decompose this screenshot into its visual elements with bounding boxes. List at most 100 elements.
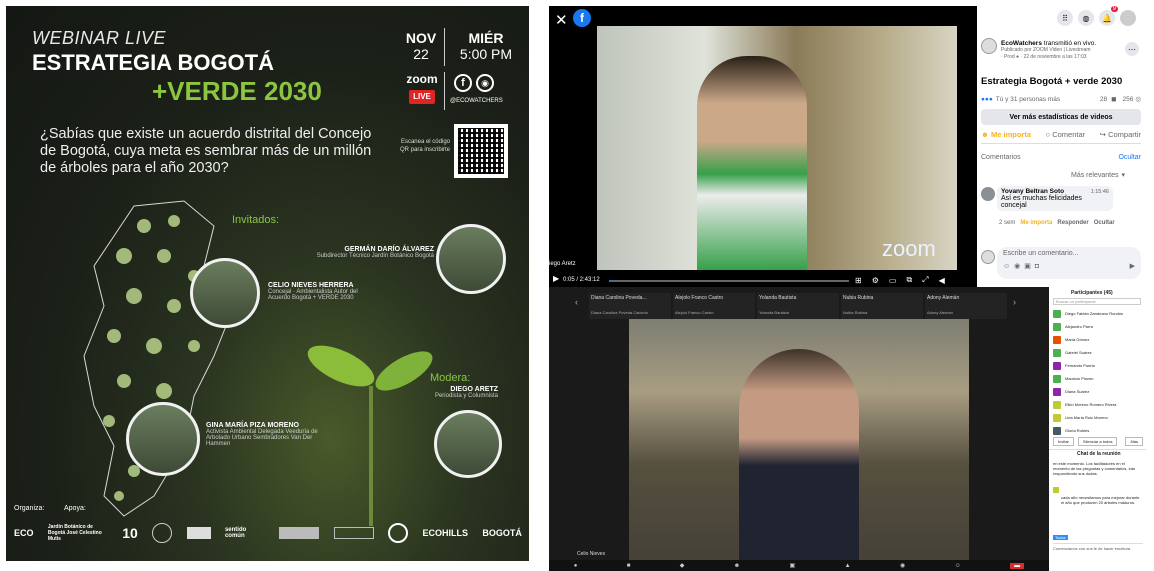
participant-thumb[interactable]: Diana Carolina Poveda... Diana Carolina P…	[589, 293, 671, 319]
seal-logo	[152, 523, 173, 543]
like-button[interactable]: ☻ Me importa	[981, 130, 1031, 139]
comment-button[interactable]: ○ Comentar	[1046, 130, 1086, 139]
video-stats-button[interactable]: Ver más estadísticas de videos	[981, 109, 1141, 125]
facebook-logo-icon[interactable]: f	[573, 9, 591, 27]
clip-icon[interactable]: ⊞	[855, 276, 862, 285]
menu-grid-icon[interactable]: ⠿	[1057, 10, 1073, 26]
participant-avatar	[1053, 387, 1061, 396]
logo-10: 10	[122, 525, 138, 541]
close-icon[interactable]: ✕	[555, 11, 568, 29]
participant-row[interactable]: Elkin Moreno Romero Rivera	[1053, 399, 1143, 410]
comment-author[interactable]: Yovany Beltran Soto	[1001, 188, 1064, 195]
chat-message: en este momento. Los facilitadores en el…	[1053, 461, 1136, 476]
page-avatar[interactable]	[981, 38, 997, 54]
participant-thumb[interactable]: Alejolo Franco Castro Alejolo Franco Cast…	[673, 293, 755, 319]
fullscreen-icon[interactable]: ⤢	[922, 275, 928, 285]
mute-all-button[interactable]: Silenciar a todos	[1077, 437, 1118, 446]
participants-title: Participantes (45)	[1071, 290, 1113, 296]
thumb-sub: Adony Alemán	[927, 310, 953, 315]
mic-icon[interactable]: ●	[574, 563, 578, 569]
comment-hide-button[interactable]: Ocultar	[1094, 220, 1115, 226]
participant-row[interactable]: Alejandro Parra	[1053, 321, 1143, 332]
participant-row[interactable]: Mauricio Pinzón	[1053, 373, 1143, 384]
settings-icon[interactable]: ⚙	[872, 276, 879, 285]
record-icon[interactable]: ◉	[900, 562, 905, 569]
participant-row[interactable]: María Gómez	[1053, 334, 1143, 345]
share-label: Compartir	[1108, 130, 1141, 139]
emoji-icon[interactable]: ☺	[1003, 263, 1010, 270]
commenter-avatar[interactable]	[981, 187, 995, 201]
guests-label: Invitados:	[232, 214, 280, 226]
participant-avatar	[1053, 426, 1061, 435]
sort-dropdown[interactable]: Más relevantes ▾	[1071, 171, 1125, 180]
participant-row[interactable]: Fernando Puerto	[1053, 360, 1143, 371]
participant-row[interactable]: Lina María Ruiz Moreno	[1053, 412, 1143, 423]
send-icon[interactable]: ▶	[1130, 262, 1135, 270]
chat-title: Chat de la reunión	[1077, 451, 1121, 457]
input-tools: ☺ ◉ ▣ ◘ ▶	[1003, 262, 1135, 271]
more-button[interactable]: Más	[1125, 437, 1143, 446]
participant-row[interactable]: Diego Fabián Zambrano Rondón	[1053, 308, 1143, 319]
pip-icon[interactable]: ⧉	[906, 275, 912, 285]
logo-jardin: Jardín Botánico de Bogotá José Celestino…	[47, 524, 102, 542]
share-screen-icon[interactable]: ▲	[845, 563, 851, 569]
video-icon[interactable]: ■	[627, 563, 631, 569]
volume-icon[interactable]: ◀	[939, 276, 945, 285]
captions-icon[interactable]: ▭	[889, 276, 897, 285]
comments-header: Comentarios Ocultar	[981, 154, 1141, 161]
video-frame: zoom	[597, 26, 957, 270]
seek-bar[interactable]	[609, 280, 849, 282]
participant-thumb[interactable]: Yolanda Bautista Yolanda Bautista	[757, 293, 839, 319]
moderator-name: DIEGO ARETZ	[450, 386, 498, 393]
participant-row[interactable]: Gabriel Suárez	[1053, 347, 1143, 358]
thumb-name: Nubia Rubina	[843, 295, 874, 301]
thumb-prev-icon[interactable]: ‹	[575, 297, 578, 307]
notifications-icon[interactable]: 🔔 9	[1099, 6, 1118, 26]
participant-search[interactable]: Buscar un participante	[1053, 298, 1141, 305]
participant-name: Elkin Moreno Romero Rivera	[1065, 402, 1117, 407]
guest-photo-celio	[190, 258, 260, 328]
comment-icon: ◼	[1111, 96, 1117, 103]
participants-icon[interactable]: ☻	[734, 563, 740, 569]
participant-avatar	[1053, 348, 1061, 357]
more-icon[interactable]: ⋯	[1125, 42, 1139, 56]
comment-input[interactable]: Escribe un comentario... ☺ ◉ ▣ ◘ ▶	[997, 247, 1141, 279]
messenger-icon[interactable]: ◍	[1078, 10, 1094, 26]
thumb-next-icon[interactable]: ›	[1013, 297, 1016, 307]
thumbnail-strip: Diana Carolina Poveda... Diana Carolina P…	[589, 293, 1007, 319]
page-name[interactable]: EcoWatchers	[1001, 40, 1042, 47]
speaker-name: Celio Nieves	[577, 551, 606, 557]
logo-sentido: sentido común	[224, 527, 247, 539]
chat-recipient[interactable]: Todos	[1053, 535, 1068, 540]
comment-reply-button[interactable]: Responder	[1057, 220, 1088, 226]
chat-input[interactable]: Comenzamos con sus fe de hacer escritura	[1053, 543, 1143, 563]
gif-icon[interactable]: ▣	[1024, 262, 1031, 270]
view-count: 256	[1122, 95, 1134, 103]
reactions-bar[interactable]: ●●● Tú y 31 personas más 28 ◼ 256 ◎	[981, 95, 1141, 104]
participant-thumb[interactable]: Adony Alemán Adony Alemán	[925, 293, 1007, 319]
play-icon[interactable]: ▶	[553, 274, 559, 283]
participant-row[interactable]: Diana Suárez	[1053, 386, 1143, 397]
participant-thumb[interactable]: Nubia Rubina Nubia Rubina	[841, 293, 923, 319]
hide-comments-button[interactable]: Ocultar	[1118, 154, 1141, 161]
comment-like-button[interactable]: Me importa	[1020, 220, 1052, 226]
reactions-icon[interactable]: ☺	[955, 563, 961, 569]
end-meeting-button[interactable]: ▬	[1010, 562, 1025, 569]
comment-timestamp[interactable]: 1:15:46	[1091, 189, 1109, 195]
zoom-watermark: zoom	[882, 236, 936, 261]
security-icon[interactable]: ◆	[680, 562, 685, 569]
share-button[interactable]: ↪ Compartir	[1100, 130, 1141, 139]
live-badge: LIVE	[409, 90, 435, 104]
camera-icon[interactable]: ◉	[1014, 262, 1020, 270]
poster-kicker: WEBINAR LIVE	[32, 28, 167, 48]
partner-logo	[333, 527, 374, 539]
participant-row[interactable]: Gloria Robles	[1053, 425, 1143, 436]
invite-button[interactable]: Invitar	[1053, 437, 1074, 446]
chat-icon[interactable]: ▣	[790, 562, 796, 569]
avatar[interactable]	[1120, 10, 1136, 26]
bogota-map	[83, 200, 235, 517]
sticker-icon[interactable]: ◘	[1035, 263, 1039, 270]
date-divider	[444, 28, 445, 66]
video-player[interactable]: zoom ✕ f iego Aretz ▶ 0:05 / 2:43:12 ⊞ ⚙ ▭…	[549, 6, 977, 287]
moderator-role: Periodista y Columnista	[434, 393, 498, 399]
